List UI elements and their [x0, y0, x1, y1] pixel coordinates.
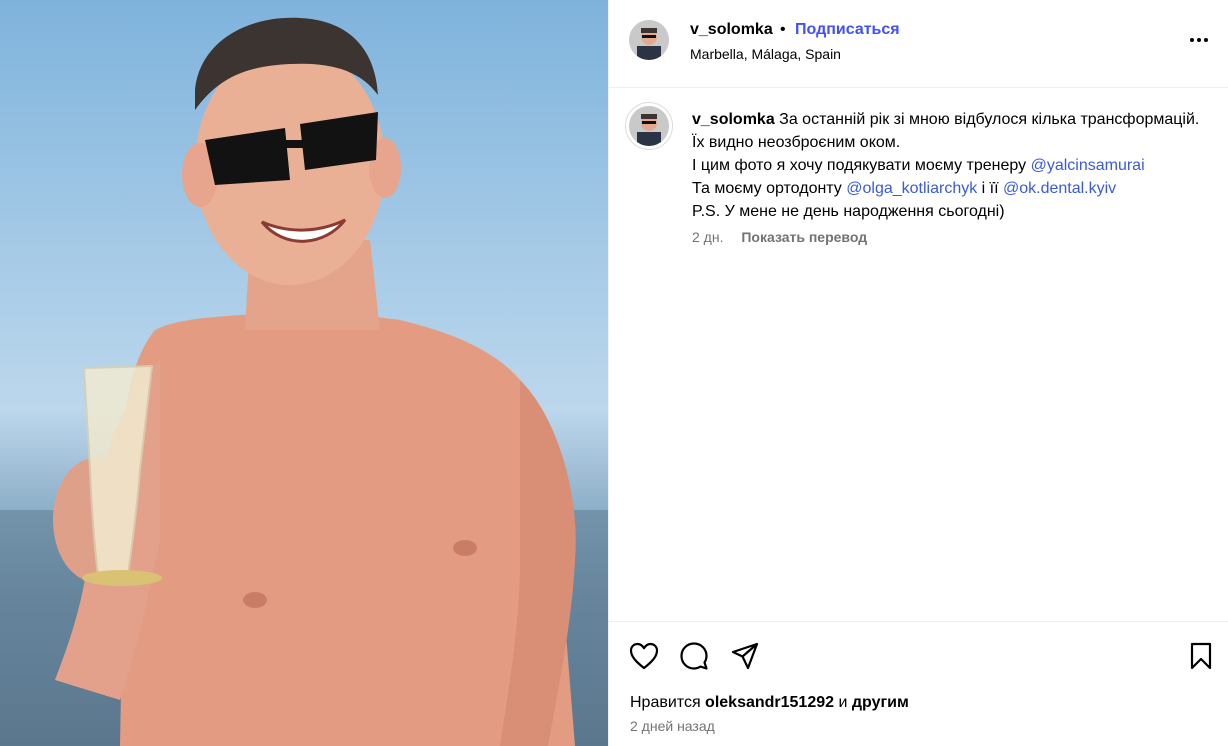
- caption-avatar-image-wrap: [629, 106, 669, 146]
- more-options-icon[interactable]: [1187, 28, 1211, 52]
- caption-meta: 2 дн. Показать перевод: [692, 229, 867, 245]
- like-icon[interactable]: [629, 642, 659, 670]
- avatar[interactable]: [629, 20, 669, 60]
- separator-dot: •: [780, 21, 786, 38]
- avatar-image: [629, 106, 669, 146]
- likes-mid: и: [834, 694, 852, 711]
- caption-avatar[interactable]: [625, 102, 673, 150]
- author-username[interactable]: v_solomka: [690, 21, 773, 39]
- likes-prefix: Нравится: [630, 694, 706, 711]
- mention-ortho-link[interactable]: @olga_kotliarchyk: [846, 180, 977, 197]
- post-header: v_solomka • Подписаться Marbella, Málaga…: [609, 0, 1228, 88]
- caption-age: 2 дн.: [692, 229, 724, 245]
- likes-others-link[interactable]: другим: [852, 694, 909, 711]
- post-actions: Нравится oleksandr151292 и другим 2 дней…: [609, 621, 1228, 746]
- likes-user-link[interactable]: oleksandr151292: [705, 694, 834, 711]
- translate-button[interactable]: Показать перевод: [741, 229, 867, 245]
- caption-line-4: P.S. У мене не день народження сьогодні): [692, 203, 1005, 220]
- instagram-post-view: v_solomka • Подписаться Marbella, Málaga…: [0, 0, 1228, 746]
- avatar-image: [629, 20, 669, 60]
- mention-trainer-link[interactable]: @yalcinsamurai: [1031, 157, 1145, 174]
- follow-button[interactable]: Подписаться: [795, 21, 900, 39]
- caption-username[interactable]: v_solomka: [692, 111, 775, 128]
- comment-icon[interactable]: [679, 641, 709, 671]
- likes-summary: Нравится oleksandr151292 и другим: [630, 694, 909, 712]
- mention-clinic-link[interactable]: @ok.dental.kyiv: [1003, 180, 1116, 197]
- caption-line-3: Та моєму ортодонту: [692, 180, 847, 197]
- post-date[interactable]: 2 дней назад: [630, 718, 715, 734]
- save-icon[interactable]: [1188, 641, 1214, 671]
- post-caption: v_solomka За останній рік зі мною відбул…: [692, 108, 1202, 223]
- caption-line-2: І цим фото я хочу подякувати моєму трене…: [692, 157, 1031, 174]
- post-side-panel: v_solomka • Подписаться Marbella, Málaga…: [608, 0, 1228, 746]
- photo-illustration: [0, 17, 608, 746]
- post-location[interactable]: Marbella, Málaga, Spain: [690, 46, 841, 62]
- share-icon[interactable]: [730, 641, 760, 671]
- caption-line-3-mid: і її: [977, 180, 1003, 197]
- post-photo[interactable]: [0, 0, 608, 746]
